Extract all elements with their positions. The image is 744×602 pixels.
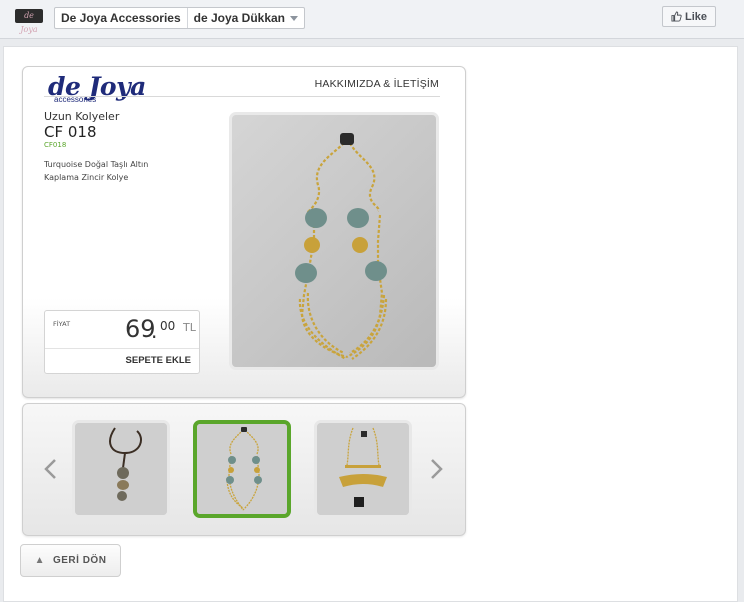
thumbnail-item[interactable] (193, 420, 291, 518)
back-arrow-icon: ▲ (34, 555, 45, 566)
price-box: FİYAT 69 . 00 TL SEPETE EKLE (44, 310, 200, 374)
thumbnail-item[interactable] (72, 420, 170, 518)
back-button[interactable]: ▲ GERİ DÖN (20, 544, 121, 577)
price-decimal: 00 (160, 319, 176, 333)
main-product-image (229, 112, 439, 370)
price-decimal-point: . (151, 319, 158, 343)
like-label: Like (684, 10, 707, 23)
necklace-photo (295, 133, 388, 360)
page-logo[interactable]: de Joya (15, 9, 43, 34)
pendant-stone-necklace-thumb (75, 423, 167, 515)
about-contact-link[interactable]: HAKKIMIZDA & İLETİŞİM (315, 78, 439, 90)
add-to-cart-button[interactable]: SEPETE EKLE (126, 355, 191, 366)
thumbnail-item[interactable] (314, 420, 412, 518)
back-button-label: GERİ DÖN (52, 555, 107, 566)
price-label: FİYAT (53, 320, 71, 328)
product-category: Uzun Kolyeler (44, 110, 120, 123)
page-breadcrumb: De Joya Accessories de Joya Dükkan (54, 7, 306, 29)
chevron-right-icon[interactable] (427, 458, 445, 480)
bar-pendant-necklace-thumb (317, 423, 409, 515)
turquoise-chain-necklace-thumb (197, 424, 287, 514)
chevron-left-icon[interactable] (42, 458, 60, 480)
tab-selector[interactable]: de Joya Dükkan (186, 8, 304, 28)
facebook-topbar: de Joya De Joya Accessories de Joya Dükk… (0, 0, 744, 39)
price-divider (45, 348, 199, 349)
chevron-down-icon (290, 15, 299, 21)
product-code: CF018 (44, 141, 67, 149)
thumbs-up-icon (671, 11, 682, 22)
product-name: CF 018 (44, 123, 97, 141)
product-description: Turquoise Doğal Taşlı Altın Kaplama Zinc… (44, 160, 149, 182)
like-button[interactable]: Like (662, 6, 716, 27)
price-currency: TL (183, 321, 196, 334)
header-divider (44, 96, 440, 97)
tab-selector-label: de Joya Dükkan (193, 11, 286, 25)
page-name-link[interactable]: De Joya Accessories (55, 8, 187, 28)
